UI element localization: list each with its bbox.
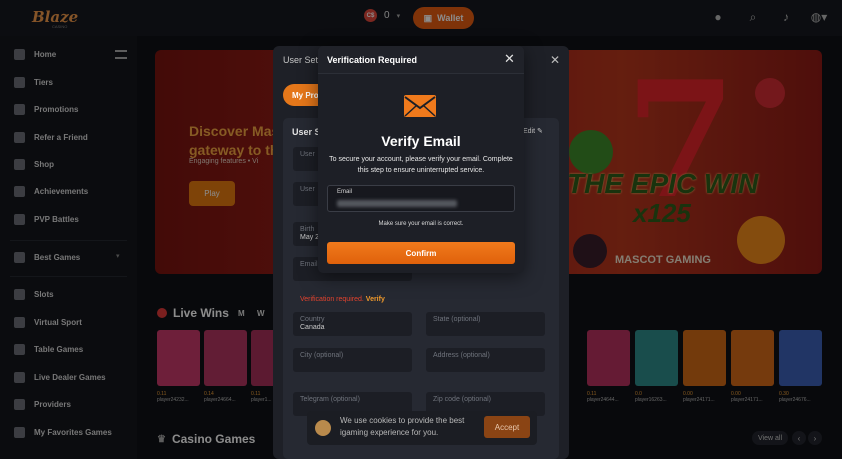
- field-label: Email: [300, 261, 318, 268]
- email-field[interactable]: Email: [327, 185, 515, 212]
- envelope-icon: [404, 95, 436, 117]
- cookie-banner: We use cookies to provide the best igami…: [307, 411, 537, 445]
- user-settings-title: User Sett: [283, 55, 321, 65]
- field-label: City (optional): [300, 352, 344, 359]
- email-field-label: Email: [337, 189, 353, 195]
- verification-modal: Verification Required ✕ Verify Email To …: [318, 46, 524, 273]
- verification-modal-title: Verification Required: [327, 55, 418, 65]
- close-icon[interactable]: ✕: [504, 52, 515, 66]
- confirm-button[interactable]: Confirm: [327, 242, 515, 264]
- edit-label: Edit: [523, 128, 536, 135]
- field-label: Telegram (optional): [300, 396, 360, 403]
- cookie-text: We use cookies to provide the best igami…: [340, 416, 465, 437]
- verification-note-text: Verification required.: [300, 296, 364, 303]
- email-hint: Make sure your email is correct.: [378, 221, 464, 227]
- cookie-icon: [315, 420, 331, 436]
- verify-email-description: To secure your account, please verify yo…: [329, 156, 513, 174]
- user-settings-field[interactable]: City (optional): [293, 348, 412, 372]
- edit-button[interactable]: Edit ✎: [523, 127, 543, 135]
- close-icon[interactable]: ✕: [550, 53, 560, 67]
- user-settings-field[interactable]: Country Canada: [293, 312, 412, 336]
- field-label: Address (optional): [433, 352, 490, 359]
- field-value: Canada: [300, 324, 325, 331]
- email-field-value-redacted: [337, 200, 457, 207]
- field-label: Zip code (optional): [433, 396, 491, 403]
- verify-email-heading: Verify Email: [381, 133, 461, 149]
- app-root: Blaze CASINO C$ 0 ▾ ▣ Wallet ● ⌕ ♪ ◍▾ Ho…: [0, 0, 842, 459]
- field-label: Country: [300, 316, 325, 323]
- field-label: User: [300, 186, 315, 193]
- field-label: Birth: [300, 226, 315, 233]
- user-settings-field[interactable]: State (optional): [426, 312, 545, 336]
- user-settings-section-title: User S: [292, 127, 321, 137]
- cookie-accept-button[interactable]: Accept: [484, 416, 530, 438]
- field-label: State (optional): [433, 316, 481, 323]
- verification-note: Verification required. Verify: [300, 296, 385, 303]
- pencil-icon: ✎: [537, 128, 543, 135]
- user-settings-field[interactable]: Address (optional): [426, 348, 545, 372]
- verification-modal-header: Verification Required ✕: [318, 46, 524, 74]
- verify-link[interactable]: Verify: [366, 296, 385, 303]
- field-label: User: [300, 151, 315, 158]
